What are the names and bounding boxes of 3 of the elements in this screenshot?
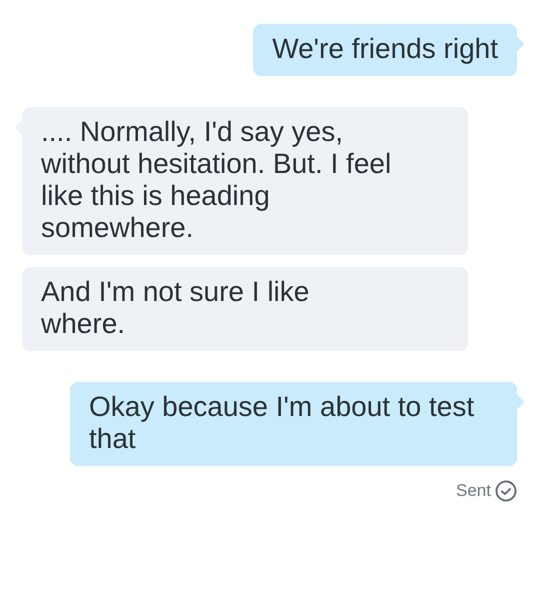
sent-status: Sent — [456, 481, 491, 501]
check-circle-icon — [495, 480, 517, 502]
message-bubble: And I'm not sure I like where. — [22, 267, 468, 351]
